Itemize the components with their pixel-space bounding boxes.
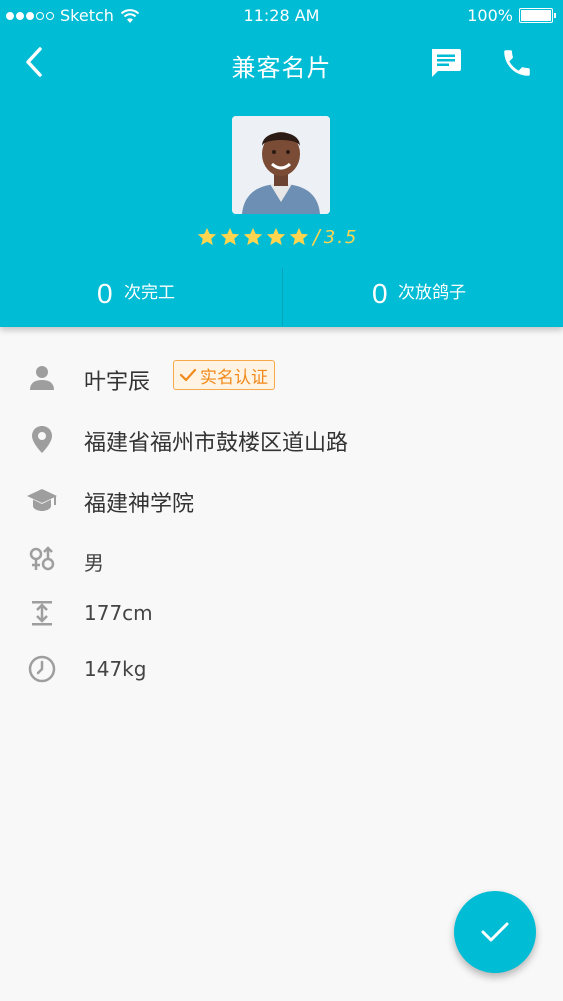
battery-percent: 100% (467, 6, 513, 25)
status-bar: Sketch 11:28 AM 100% (0, 0, 563, 32)
graduation-cap-icon (27, 489, 57, 511)
address-text: 福建省福州市鼓楼区道山路 (84, 431, 349, 456)
gender-text: 男 (84, 551, 104, 575)
page-title: 兼客名片 (231, 54, 332, 82)
info-row-school: 福建神学院 (0, 478, 563, 522)
status-right: 100% (467, 6, 556, 25)
person-icon (30, 366, 54, 390)
rating-separator: / (313, 225, 320, 249)
avatar (232, 116, 330, 214)
name-text: 叶宇辰 (84, 370, 151, 395)
nav-bar: 兼客名片 (0, 32, 563, 96)
info-row-name: 叶宇辰 实名认证 (0, 356, 563, 400)
star-icon (197, 227, 217, 246)
star-icon (243, 227, 263, 246)
info-row-address: 福建省福州市鼓楼区道山路 (0, 417, 563, 461)
info-row-height: 177cm (0, 591, 563, 635)
battery-icon (519, 8, 556, 23)
check-icon (179, 368, 197, 382)
verified-label: 实名认证 (200, 367, 268, 388)
gender-icon (29, 546, 55, 571)
star-icon (220, 227, 240, 246)
screen: Sketch 11:28 AM 100% 兼客名片 / 3.5 0 次完工 0 … (0, 0, 563, 1001)
chat-icon (432, 49, 461, 77)
clock-icon (28, 655, 56, 683)
school-text: 福建神学院 (84, 492, 195, 517)
location-pin-icon (32, 426, 52, 453)
rating: / 3.5 (196, 224, 358, 250)
noshow-label: 次放鸽子 (398, 283, 466, 303)
info-row-gender: 男 (0, 537, 563, 581)
avatar-photo (232, 116, 330, 214)
stat-noshow: 0 次放鸽子 (283, 268, 563, 326)
message-button[interactable] (428, 46, 468, 82)
phone-icon (504, 50, 530, 76)
verified-badge: 实名认证 (173, 360, 275, 390)
stats-bar: 0 次完工 0 次放鸽子 (0, 268, 563, 326)
star-icon (266, 227, 286, 246)
check-icon (481, 922, 509, 942)
profile-header: Sketch 11:28 AM 100% 兼客名片 / 3.5 0 次完工 0 … (0, 0, 563, 327)
stat-completed: 0 次完工 (0, 268, 282, 326)
info-row-weight: 147kg (0, 647, 563, 691)
completed-label: 次完工 (124, 283, 175, 303)
confirm-fab-button[interactable] (454, 891, 536, 973)
rating-value: 3.5 (323, 226, 359, 248)
completed-count: 0 (97, 278, 113, 309)
weight-text: 147kg (84, 657, 147, 681)
height-icon (32, 601, 52, 626)
star-icon (289, 227, 309, 246)
call-button[interactable] (500, 46, 540, 82)
noshow-count: 0 (372, 278, 388, 309)
height-text: 177cm (84, 601, 153, 625)
